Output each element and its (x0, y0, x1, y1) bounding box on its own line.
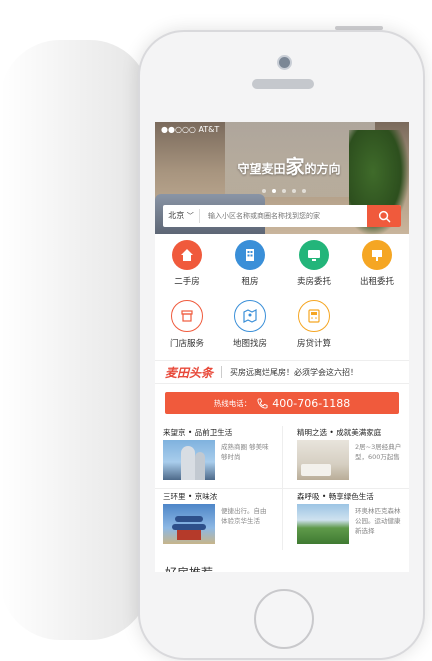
phone-icon (257, 397, 268, 409)
home-button[interactable] (254, 589, 314, 649)
hotline-number: 400-706-1188 (272, 396, 351, 410)
news-brand: 麦田头条 (165, 365, 214, 380)
grid-label: 出租委托 (359, 277, 394, 287)
grid-label: 卖房委托 (296, 277, 331, 287)
carousel-dot[interactable] (262, 189, 266, 193)
search-bar: 北京 ﹀ (163, 205, 401, 227)
hotline-button[interactable]: 热线电话： 400-706-1188 (165, 392, 399, 414)
feature-card[interactable]: 精明之选 • 成就美满家庭 2居~3居经典户型，600万起售 (289, 424, 409, 486)
temple-photo (163, 504, 215, 544)
carousel-dot-active[interactable] (272, 189, 276, 193)
calculator-icon (298, 300, 330, 332)
card-desc: 环奥林匹克森林公园。运动健康新选择 (355, 507, 401, 535)
carousel-dot[interactable] (292, 189, 296, 193)
city-selector[interactable]: 北京 ﹀ (163, 209, 200, 223)
house-icon (172, 240, 202, 270)
park-photo (297, 504, 349, 544)
grid-item-sell-entrust[interactable]: 卖房委托 (282, 240, 346, 287)
feature-card[interactable]: 森呼吸 • 畅享绿色生活 环奥林匹克森林公园。运动健康新选择 (289, 488, 409, 550)
card-title: 来望京 • 品前卫生活 (163, 428, 233, 437)
recommend-section-title: 好房推荐 (165, 564, 213, 572)
store-icon (171, 300, 203, 332)
news-ticker[interactable]: 麦田头条 买房远离烂尾房！必须学会这六招！ (155, 360, 409, 384)
interior-photo (297, 440, 349, 480)
app-screen: ●●○○○ AT&T 守望麦田家的方向 北京 ﹀ 输入小区名称或商圈名称找到您的… (155, 122, 409, 572)
sign-icon (362, 240, 392, 270)
city-label: 北京 (168, 211, 185, 220)
earpiece-speaker (252, 79, 314, 89)
feature-card[interactable]: 三环里 • 京味浓 便捷出行。自由体验京华生活 (155, 488, 275, 550)
hero-banner[interactable]: ●●○○○ AT&T 守望麦田家的方向 北京 ﹀ (155, 122, 409, 234)
hero-slogan: 守望麦田家的方向 (219, 152, 359, 179)
news-divider (221, 366, 223, 378)
card-desc: 便捷出行。自由体验京华生活 (221, 507, 267, 525)
building-photo (163, 440, 215, 480)
grid-label: 门店服务 (169, 339, 204, 349)
carousel-dots (262, 189, 306, 193)
search-icon (378, 210, 390, 222)
card-title: 精明之选 • 成就美满家庭 (297, 428, 382, 437)
search-input[interactable] (200, 211, 367, 221)
front-camera (277, 55, 292, 70)
card-title: 三环里 • 京味浓 (163, 492, 218, 501)
search-button[interactable] (367, 205, 401, 227)
grid-label: 地图找房 (232, 339, 267, 349)
grid-item-secondhand[interactable]: 二手房 (155, 240, 219, 287)
grid-item-lease-entrust[interactable]: 出租委托 (345, 240, 409, 287)
building-icon (235, 240, 265, 270)
grid-label: 二手房 (174, 277, 200, 287)
slogan-suffix: 的方向 (304, 162, 341, 176)
news-headline[interactable]: 买房远离烂尾房！必须学会这六招！ (230, 367, 358, 378)
chevron-down-icon: ﹀ (186, 212, 194, 220)
grid-item-loan-calc[interactable]: 房贷计算 (282, 300, 346, 349)
status-bar-carrier: ●●○○○ AT&T (161, 125, 220, 134)
feature-card[interactable]: 来望京 • 品前卫生活 成熟商圈 够美味 够时尚 (155, 424, 275, 486)
card-desc: 成熟商圈 够美味 够时尚 (221, 443, 269, 461)
grid-item-map-search[interactable]: 地图找房 (218, 300, 282, 349)
grid-item-store-service[interactable]: 门店服务 (155, 300, 219, 349)
grid-label: 房贷计算 (296, 339, 331, 349)
map-icon (234, 300, 266, 332)
carousel-dot[interactable] (282, 189, 286, 193)
slogan-prefix: 守望麦田 (237, 162, 286, 176)
card-title: 森呼吸 • 畅享绿色生活 (297, 492, 374, 501)
grid-item-rent[interactable]: 租房 (218, 240, 282, 287)
slogan-big: 家 (285, 156, 305, 178)
hotline-label: 热线电话： (213, 398, 252, 408)
grid-label: 租房 (241, 277, 259, 287)
carousel-dot[interactable] (302, 189, 306, 193)
monitor-icon (299, 240, 329, 270)
card-desc: 2居~3居经典户型，600万起售 (355, 443, 402, 461)
phone-shadow (0, 40, 150, 640)
